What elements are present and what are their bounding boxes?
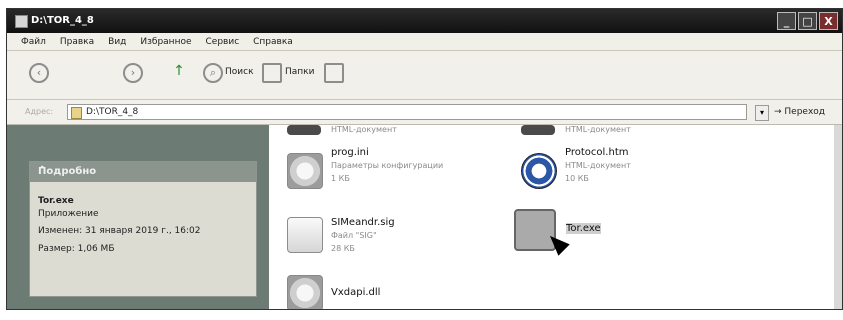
vertical-scrollbar[interactable]	[834, 125, 842, 309]
details-modified: Изменен: 31 января 2019 г., 16:02	[38, 226, 201, 236]
title-bar[interactable]: D:\TOR_4_8 _ □ X	[7, 9, 842, 33]
address-bar: Адрес: D:\TOR_4_8 ▾ → Переход	[7, 100, 842, 125]
file-item-prog-ini[interactable]: prog.ini Параметры конфигурации 1 КБ	[287, 141, 487, 197]
explorer-window: D:\TOR_4_8 _ □ X Файл Правка Вид Избранн…	[6, 8, 843, 310]
forward-icon[interactable]: ›	[123, 63, 143, 83]
maximize-button[interactable]: □	[798, 12, 817, 30]
search-button-label[interactable]: Поиск	[225, 67, 254, 77]
file-item-protocol-htm[interactable]: Protocol.htm HTML-документ 10 КБ	[521, 141, 721, 197]
go-button-label: Переход	[784, 107, 826, 117]
up-folder-icon[interactable]: ↑	[169, 63, 189, 83]
details-file-name: Tor.exe	[38, 196, 74, 206]
file-name: Protocol.htm	[565, 147, 629, 158]
file-list: HTML-документ prog.ini Параметры конфигу…	[269, 125, 842, 309]
menu-item-file[interactable]: Файл	[21, 37, 46, 47]
folders-icon[interactable]	[262, 63, 282, 83]
menu-item-view[interactable]: Вид	[108, 37, 126, 47]
file-name: Vxdapi.dll	[331, 287, 381, 298]
file-name: Tor.exe	[566, 223, 601, 234]
chevron-up-icon[interactable]: ⌃	[38, 165, 250, 176]
go-button[interactable]: → Переход	[774, 107, 825, 117]
folders-button-label[interactable]: Папки	[285, 67, 314, 77]
tasks-pane: Подробно ⌃ Tor.exe Приложение Изменен: 3…	[7, 125, 269, 309]
details-file-type: Приложение	[38, 209, 99, 219]
document-icon	[287, 125, 321, 135]
back-icon[interactable]: ‹	[29, 63, 49, 83]
file-name: prog.ini	[331, 147, 369, 158]
menu-item-tools[interactable]: Сервис	[206, 37, 240, 47]
file-name: SIMeandr.sig	[331, 217, 395, 228]
window-title: D:\TOR_4_8	[31, 15, 94, 26]
generic-file-icon	[287, 217, 323, 253]
file-item-tor-exe[interactable]: Tor.exe	[514, 209, 714, 265]
menu-item-favorites[interactable]: Избранное	[140, 37, 191, 47]
folder-icon	[71, 107, 82, 119]
minimize-button[interactable]: _	[777, 12, 796, 30]
file-item-simeandr-sig[interactable]: SIMeandr.sig Файл "SIG" 28 КБ	[287, 213, 487, 263]
folder-icon	[15, 15, 28, 28]
toolbar: ‹ › ↑ ⌕ Поиск Папки	[7, 51, 842, 100]
search-icon[interactable]: ⌕	[203, 63, 223, 83]
menu-bar: Файл Правка Вид Избранное Сервис Справка	[7, 33, 842, 51]
address-field[interactable]: D:\TOR_4_8	[67, 104, 747, 120]
details-size: Размер: 1,06 МБ	[38, 244, 115, 254]
file-item-vxdapi-dll[interactable]: Vxdapi.dll	[287, 273, 487, 309]
menu-item-help[interactable]: Справка	[253, 37, 293, 47]
config-file-icon	[287, 153, 323, 189]
views-icon[interactable]	[324, 63, 344, 83]
file-item[interactable]: HTML-документ	[521, 125, 711, 139]
details-panel: Подробно ⌃ Tor.exe Приложение Изменен: 3…	[29, 161, 257, 297]
document-icon	[521, 125, 555, 135]
dll-file-icon	[287, 275, 323, 309]
address-value: D:\TOR_4_8	[86, 107, 139, 117]
address-dropdown-button[interactable]: ▾	[755, 105, 769, 121]
menu-item-edit[interactable]: Правка	[60, 37, 94, 47]
close-button[interactable]: X	[819, 12, 838, 30]
address-label: Адрес:	[25, 107, 54, 116]
internet-explorer-icon	[521, 153, 557, 189]
file-item[interactable]: HTML-документ	[287, 125, 477, 139]
details-header[interactable]: Подробно ⌃	[30, 162, 256, 182]
